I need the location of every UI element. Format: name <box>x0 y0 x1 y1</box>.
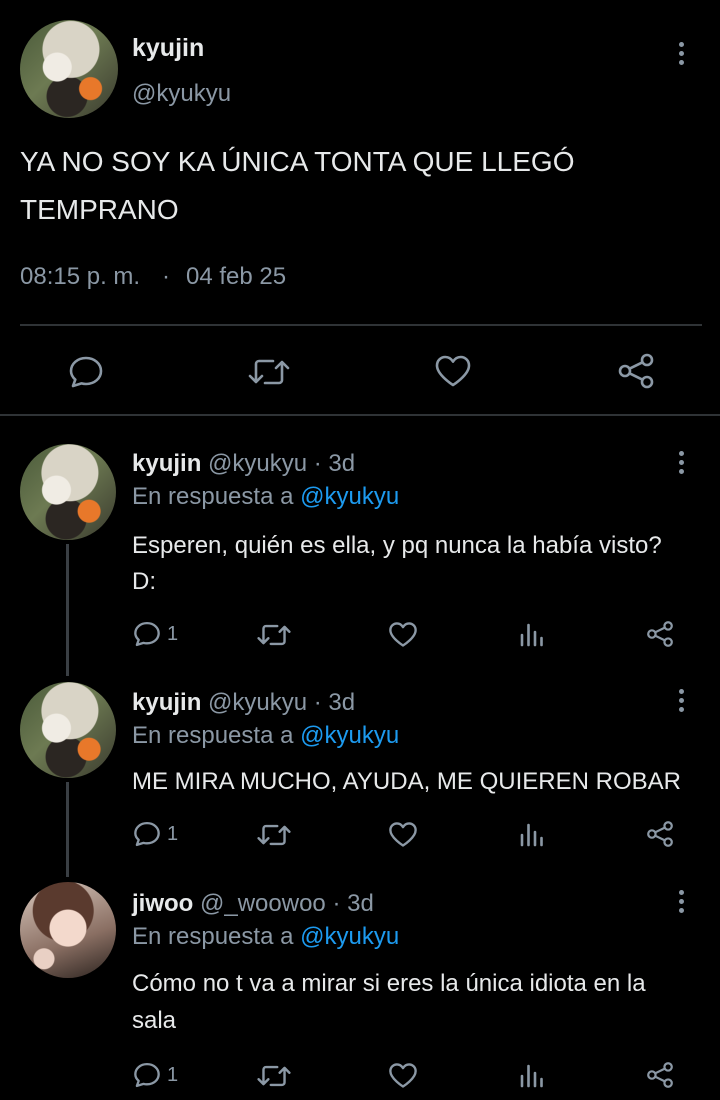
avatar[interactable] <box>20 20 118 118</box>
tweet-time[interactable]: 08:15 p. m. <box>20 263 140 291</box>
reply-count: 1 <box>167 1063 179 1086</box>
reply-age: · 3d <box>332 890 374 917</box>
tweet-text-line-1: Esperen, quién es ella, y pq nunca la ha… <box>132 532 662 559</box>
more-icon[interactable] <box>677 689 685 712</box>
author-name[interactable]: kyujin <box>132 34 204 63</box>
views-icon[interactable] <box>519 821 545 847</box>
tweet-date[interactable]: 04 feb 25 <box>186 263 286 291</box>
divider <box>0 414 720 416</box>
heart-icon[interactable] <box>388 821 418 848</box>
more-icon[interactable] <box>677 890 685 913</box>
heart-icon[interactable] <box>388 621 418 648</box>
share-icon[interactable] <box>646 620 674 648</box>
reply-icon[interactable]: 1 <box>133 620 178 648</box>
tweet-text-line-1: ME MIRA MUCHO, AYUDA, ME QUIEREN ROBAR <box>132 768 681 795</box>
reply-count: 1 <box>167 822 179 845</box>
reply-header: kyujin @kyukyu · 3d <box>132 450 355 478</box>
share-icon[interactable] <box>646 820 674 848</box>
tweet-text-line-2: sala <box>132 1007 177 1034</box>
reply-to-link[interactable]: @kyukyu <box>300 483 399 510</box>
views-icon[interactable] <box>519 621 545 647</box>
reply-context: En respuesta a @kyukyu <box>132 722 399 750</box>
share-icon[interactable] <box>646 1061 674 1089</box>
reply-prefix: En respuesta a <box>132 722 294 749</box>
retweet-icon[interactable] <box>257 1063 291 1089</box>
author-name[interactable]: kyujin <box>132 450 201 477</box>
reply-icon[interactable]: 1 <box>133 820 178 848</box>
author-handle[interactable]: @kyukyu <box>208 450 307 477</box>
author-handle[interactable]: @kyukyu <box>208 689 307 716</box>
reply-age: · 3d <box>313 689 356 716</box>
avatar[interactable] <box>20 882 116 978</box>
author-name[interactable]: kyujin <box>132 689 201 716</box>
author-handle[interactable]: @kyukyu <box>132 80 231 108</box>
reply-to-link[interactable]: @kyukyu <box>300 923 399 950</box>
views-icon[interactable] <box>519 1062 545 1088</box>
tweet-text-line-1: Cómo no t va a mirar si eres la única id… <box>132 970 646 997</box>
retweet-icon[interactable] <box>257 822 291 848</box>
meta-separator: · <box>162 263 170 290</box>
reply-prefix: En respuesta a <box>132 483 294 510</box>
reply-prefix: En respuesta a <box>132 923 294 950</box>
reply-context: En respuesta a @kyukyu <box>132 923 399 951</box>
reply-age: · 3d <box>313 450 356 477</box>
more-icon[interactable] <box>677 42 685 65</box>
reply-icon[interactable]: 1 <box>133 1061 178 1089</box>
tweet-text-line-2: TEMPRANO <box>20 194 179 225</box>
heart-icon[interactable] <box>388 1062 418 1089</box>
more-icon[interactable] <box>677 451 685 474</box>
author-name[interactable]: jiwoo <box>132 890 193 917</box>
avatar[interactable] <box>20 444 116 540</box>
tweet-text-line-1: YA NO SOY KA ÚNICA TONTA QUE LLEGÓ <box>20 146 575 177</box>
share-icon[interactable] <box>617 352 655 390</box>
reply-context: En respuesta a @kyukyu <box>132 483 399 511</box>
reply-icon[interactable] <box>68 355 104 389</box>
reply-header: kyujin @kyukyu · 3d <box>132 689 355 717</box>
tweet-text-line-2: D: <box>132 568 156 595</box>
author-handle[interactable]: @_woowoo <box>200 890 326 917</box>
thread-line <box>66 782 69 877</box>
divider <box>20 324 702 326</box>
heart-icon[interactable] <box>434 354 472 388</box>
reply-count: 1 <box>167 622 179 645</box>
thread-line <box>66 544 69 676</box>
avatar[interactable] <box>20 682 116 778</box>
reply-to-link[interactable]: @kyukyu <box>300 722 399 749</box>
reply-header: jiwoo @_woowoo · 3d <box>132 890 374 918</box>
retweet-icon[interactable] <box>257 622 291 648</box>
retweet-icon[interactable] <box>248 356 290 388</box>
